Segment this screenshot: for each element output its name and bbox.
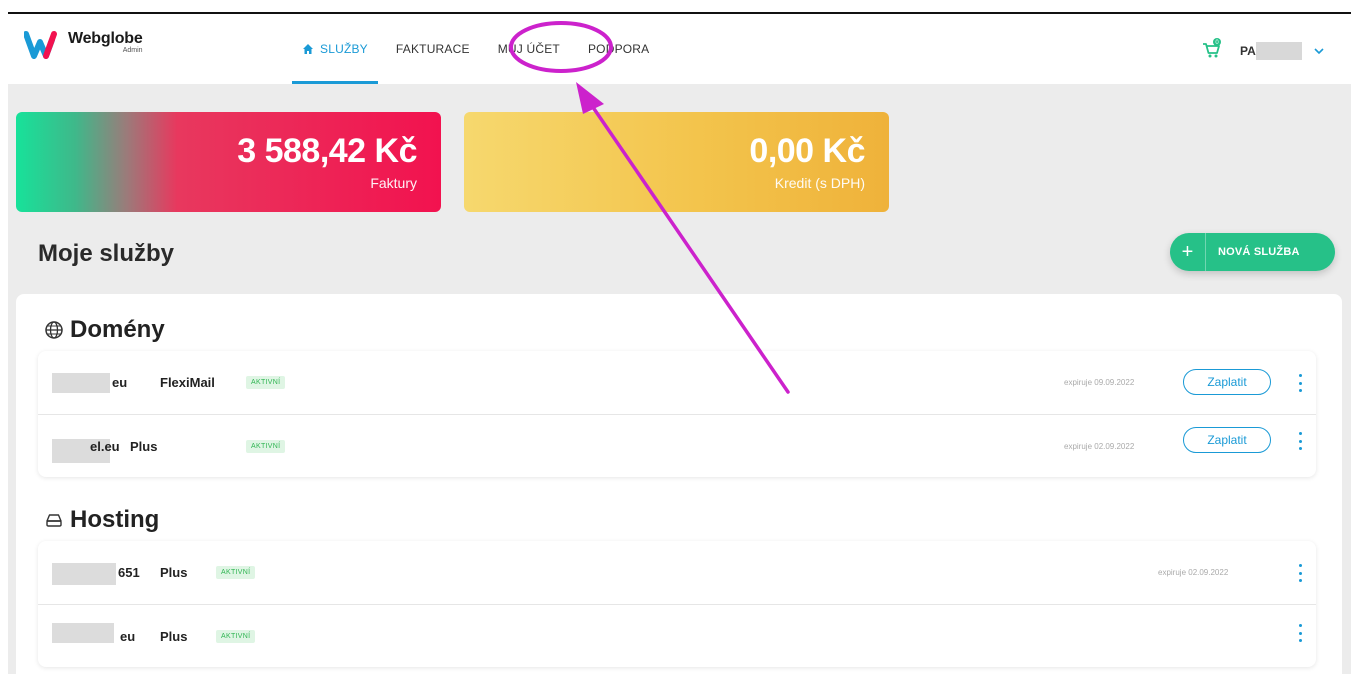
logo[interactable]: Webglobe Admin: [24, 30, 143, 60]
table-row[interactable]: 651 Plus AKTIVNÍ expiruje 02.09.2022: [38, 541, 1316, 604]
credit-label: Kredit (s DPH): [774, 175, 865, 191]
status-badge: AKTIVNÍ: [216, 629, 256, 643]
table-row[interactable]: eu FlexiMail AKTIVNÍ expiruje 09.09.2022…: [38, 351, 1316, 414]
domains-title: Domény: [70, 316, 165, 343]
main-nav: SLUŽBY FAKTURACE MŮJ ÚČET PODPORA: [288, 14, 663, 84]
domain-plan: FlexiMail: [160, 375, 215, 390]
hosting-plan: Plus: [160, 565, 188, 580]
services-panel: Domény eu FlexiMail AKTIVNÍ expiruje 09.…: [16, 294, 1342, 674]
user-menu[interactable]: PA: [1240, 42, 1324, 60]
credit-amount: 0,00 Kč: [749, 132, 865, 170]
credit-card[interactable]: 0,00 Kč Kredit (s DPH): [464, 112, 889, 212]
hosting-heading: Hosting: [44, 506, 159, 534]
page-title: Moje služby: [38, 240, 175, 267]
hosting-name: 651: [118, 565, 140, 580]
table-row[interactable]: eu Plus AKTIVNÍ: [38, 604, 1316, 667]
chevron-down-icon: [1314, 48, 1324, 55]
user-initials: PA: [1240, 44, 1256, 58]
more-options-icon[interactable]: [1294, 624, 1306, 642]
hosting-title: Hosting: [70, 506, 160, 533]
redacted-hosting: [52, 623, 114, 643]
nav-label: SLUŽBY: [320, 42, 368, 56]
invoices-amount: 3 588,42 Kč: [237, 132, 417, 170]
invoices-card[interactable]: 3 588,42 Kč Faktury: [16, 112, 441, 212]
hosting-plan: Plus: [160, 628, 188, 644]
nav-label: MŮJ ÚČET: [497, 42, 560, 56]
redacted-domain: [52, 373, 110, 393]
expiry-date: expiruje 09.09.2022: [1064, 378, 1135, 387]
table-row[interactable]: el.eu Plus AKTIVNÍ expiruje 02.09.2022 Z…: [38, 414, 1316, 477]
plus-icon: +: [1170, 233, 1206, 271]
more-options-icon[interactable]: [1294, 374, 1306, 392]
domain-name: eu: [112, 375, 128, 390]
status-badge: AKTIVNÍ: [216, 566, 256, 579]
new-service-label: NOVÁ SLUŽBA: [1218, 246, 1300, 258]
pay-button[interactable]: Zaplatit: [1183, 427, 1271, 453]
redacted-username: [1255, 42, 1302, 60]
globe-icon: [45, 321, 63, 339]
new-service-button[interactable]: + NOVÁ SLUŽBA: [1170, 233, 1335, 271]
nav-label: PODPORA: [587, 42, 650, 56]
redacted-hosting: [52, 563, 116, 585]
invoices-label: Faktury: [370, 175, 417, 191]
expiry-date: expiruje 02.09.2022: [1064, 441, 1135, 451]
more-options-icon[interactable]: [1294, 564, 1306, 582]
status-badge: AKTIVNÍ: [246, 376, 286, 389]
top-header: Webglobe Admin SLUŽBY FAKTURACE MŮJ ÚČET…: [8, 14, 1351, 84]
expiry-date: expiruje 02.09.2022: [1158, 568, 1229, 577]
webglobe-logo-icon: [24, 31, 57, 59]
app-page: Webglobe Admin SLUŽBY FAKTURACE MŮJ ÚČET…: [8, 14, 1351, 674]
brand-name: Webglobe: [68, 30, 143, 47]
hosting-name: eu: [120, 628, 136, 644]
pay-button[interactable]: Zaplatit: [1183, 369, 1271, 395]
hosting-list: 651 Plus AKTIVNÍ expiruje 02.09.2022 eu …: [38, 541, 1316, 667]
hard-drive-icon: [46, 514, 62, 527]
domain-plan: Plus: [130, 438, 158, 454]
domains-list: eu FlexiMail AKTIVNÍ expiruje 09.09.2022…: [38, 351, 1316, 477]
domain-name: el.eu: [90, 438, 120, 454]
brand-sub: Admin: [122, 47, 143, 54]
nav-item-muj-ucet[interactable]: MŮJ ÚČET: [484, 14, 574, 84]
nav-label: FAKTURACE: [395, 42, 470, 56]
status-badge: AKTIVNÍ: [246, 439, 286, 453]
nav-item-podpora[interactable]: PODPORA: [574, 14, 663, 84]
cart-icon[interactable]: 0: [1201, 38, 1223, 60]
more-options-icon[interactable]: [1294, 432, 1306, 450]
nav-item-sluzby[interactable]: SLUŽBY: [288, 14, 382, 84]
domains-heading: Domény: [44, 316, 165, 344]
nav-item-fakturace[interactable]: FAKTURACE: [382, 14, 484, 84]
home-icon: [303, 44, 313, 54]
